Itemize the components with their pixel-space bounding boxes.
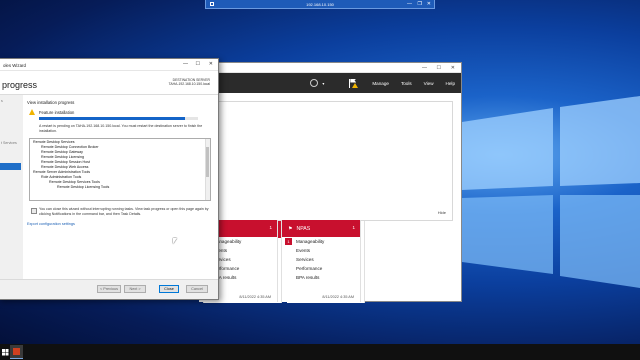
close-icon[interactable]: ✕: [209, 61, 213, 67]
remote-connection-bar[interactable]: 192.168.10.150 — ❐ ✕: [205, 0, 435, 9]
wizard-header: progress DESTINATION SERVER TAHA-192.168…: [0, 71, 218, 95]
tile-timestamp: 8/11/2022 4:35 AM: [322, 295, 354, 299]
close-button[interactable]: Close: [159, 285, 179, 293]
server-manager-menubar: ▾ Manage Tools View Help: [203, 73, 461, 93]
help-menu[interactable]: Help: [446, 81, 455, 86]
minimize-icon[interactable]: —: [183, 61, 188, 67]
tile-row[interactable]: BPA results: [282, 273, 360, 282]
restore-remote-icon[interactable]: ❐: [418, 1, 422, 7]
close-wizard-note: You can close this wizard without interr…: [39, 207, 209, 216]
list-items-container: Remote Desktop Services Remote Desktop Co…: [30, 140, 210, 190]
welcome-panel: Hide: [217, 101, 453, 221]
export-settings-link[interactable]: Export configuration settings: [27, 222, 75, 226]
cancel-button[interactable]: Cancel: [186, 285, 208, 293]
restart-pending-note: A restart is pending on TAHA-192.168.10.…: [39, 124, 203, 133]
remote-host-label: 192.168.10.150: [306, 1, 334, 7]
maximize-icon[interactable]: ☐: [196, 61, 200, 67]
tile-header[interactable]: ⚑ NPAS 1: [282, 220, 360, 237]
page-title: progress: [2, 80, 38, 90]
alert-badge: 1: [285, 238, 292, 245]
nav-item[interactable]: t Services: [1, 141, 17, 145]
wizard-footer: < Previous Next > Close Cancel: [0, 279, 218, 299]
wizard-titlebar: oles Wizard — ☐ ✕: [0, 59, 218, 71]
tile-timestamp: 8/11/2022 4:35 AM: [239, 295, 271, 299]
minimize-remote-icon[interactable]: —: [407, 1, 412, 7]
scrollbar-thumb[interactable]: [206, 147, 209, 177]
warning-icon: [29, 109, 35, 115]
add-roles-wizard-window: oles Wizard — ☐ ✕ progress DESTINATION S…: [0, 58, 219, 300]
nav-item[interactable]: s: [1, 99, 3, 103]
install-progress-bar: [39, 117, 198, 120]
wizard-nav: s t Services: [0, 95, 22, 280]
wizard-content: View installation progress Feature insta…: [23, 95, 218, 280]
server-manager-icon: [13, 348, 20, 355]
minimize-icon[interactable]: —: [422, 65, 427, 71]
close-icon[interactable]: ✕: [451, 65, 455, 71]
dropdown-arrow-icon[interactable]: ▾: [322, 81, 324, 86]
tools-menu[interactable]: Tools: [401, 81, 412, 86]
tile-title: NPAS: [296, 225, 311, 232]
maximize-icon[interactable]: ☐: [437, 65, 441, 71]
tile-row[interactable]: Events: [282, 246, 360, 255]
pin-icon[interactable]: [210, 2, 214, 6]
tile-row[interactable]: Performance: [282, 264, 360, 273]
tile-count: 1: [269, 225, 272, 230]
close-remote-icon[interactable]: ✕: [427, 1, 431, 7]
wizard-title: oles Wizard: [3, 63, 26, 68]
view-progress-heading: View installation progress: [27, 100, 75, 105]
npas-role-icon: ⚑: [288, 225, 293, 232]
view-menu[interactable]: View: [424, 81, 434, 86]
task-details-icon: [31, 208, 37, 214]
server-manager-titlebar: — ☐ ✕: [203, 63, 461, 73]
scrollbar[interactable]: [205, 139, 210, 200]
flag-warning-icon: [348, 78, 359, 88]
next-button[interactable]: Next >: [124, 285, 146, 293]
nav-item-selected[interactable]: [0, 163, 21, 170]
taskbar-app-server-manager[interactable]: [10, 345, 23, 359]
refresh-icon[interactable]: [310, 79, 319, 87]
start-button-icon[interactable]: [0, 346, 10, 358]
mouse-pointer-icon: [173, 238, 177, 244]
destination-server: DESTINATION SERVER TAHA-192.168.10.150.l…: [168, 78, 210, 87]
hide-link[interactable]: Hide: [438, 210, 446, 215]
manage-menu[interactable]: Manage: [372, 81, 389, 86]
installed-features-list[interactable]: Remote Desktop Services Remote Desktop Co…: [29, 138, 211, 201]
tile-row[interactable]: Services: [282, 255, 360, 264]
feature-installation-label: Feature installation: [39, 110, 75, 115]
server-tile-npas[interactable]: ⚑ NPAS 1 1 Manageability Events Services …: [282, 220, 361, 302]
taskbar: [0, 344, 640, 360]
progress-fill: [39, 117, 186, 120]
tile-count: 1: [352, 225, 355, 230]
notifications-flag[interactable]: [336, 78, 360, 88]
tile-row[interactable]: 1Manageability: [282, 237, 360, 246]
previous-button[interactable]: < Previous: [97, 285, 121, 293]
feature-list-item: Remote Desktop Licensing Tools: [57, 185, 110, 189]
